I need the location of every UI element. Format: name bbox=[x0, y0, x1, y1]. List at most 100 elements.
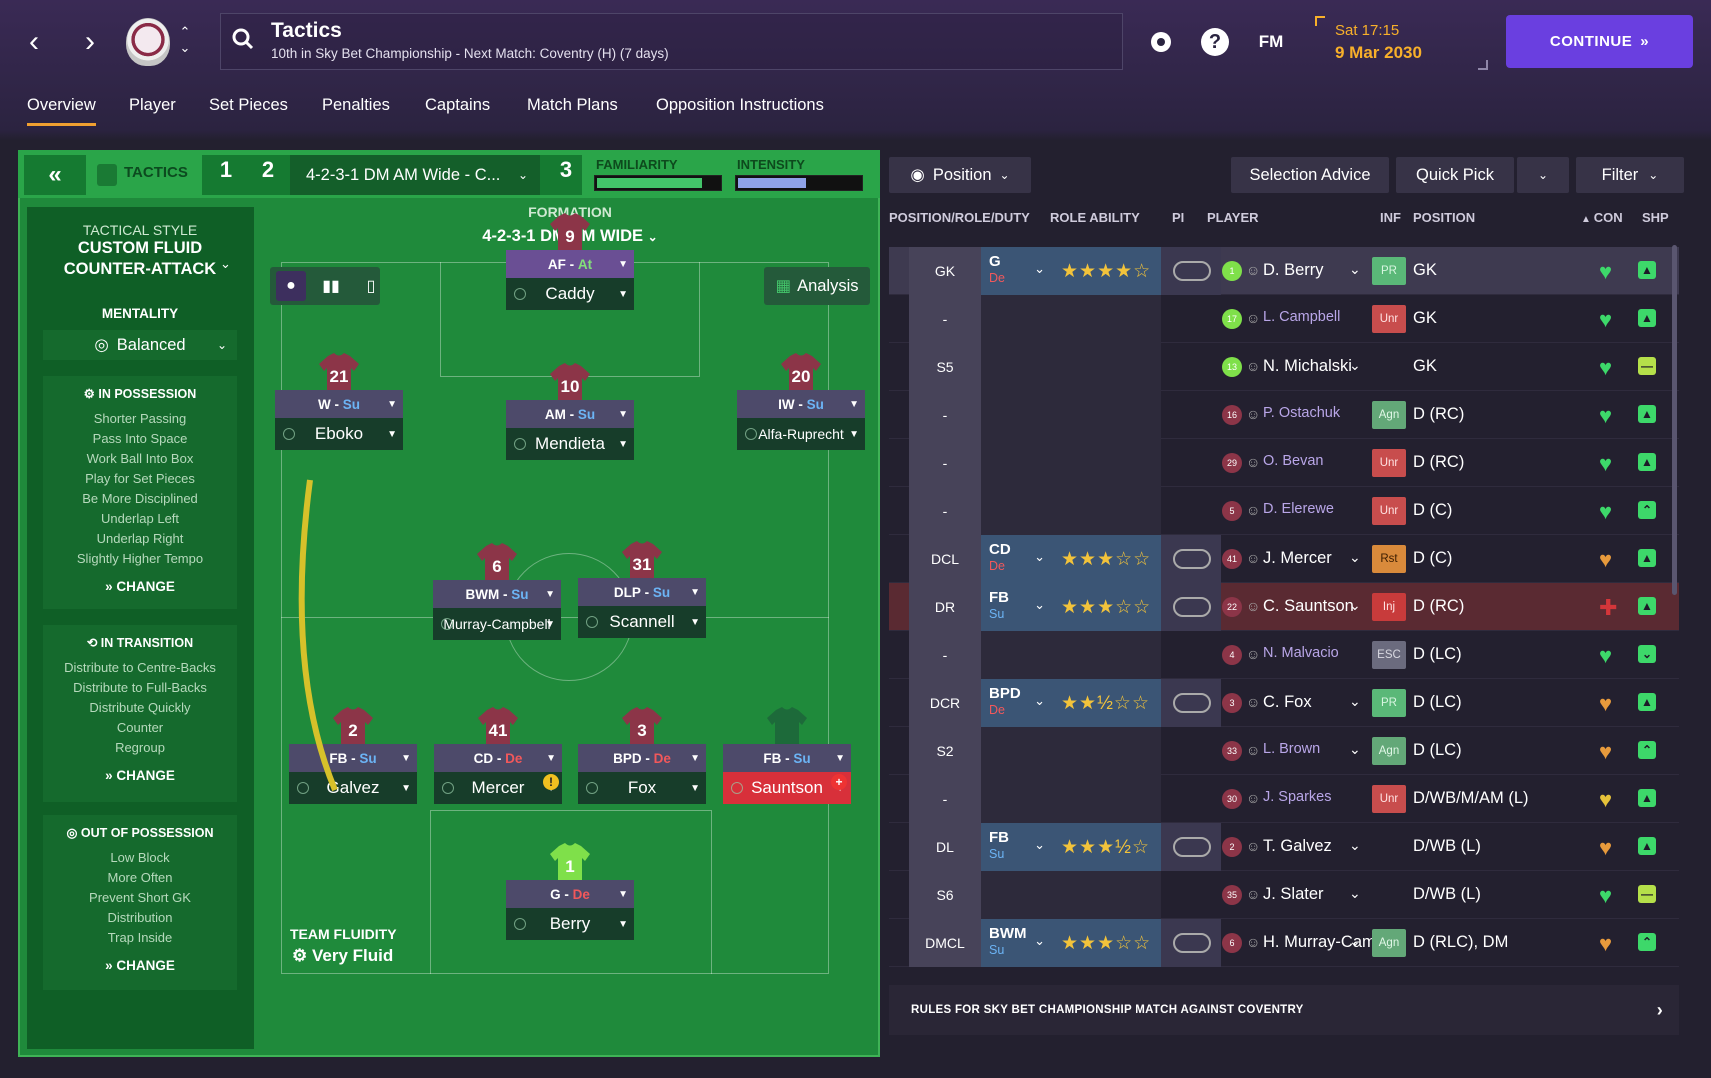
column-position[interactable]: POSITION bbox=[1413, 210, 1475, 225]
column-pi[interactable]: PI bbox=[1172, 210, 1184, 225]
squad-row[interactable]: - 4 ☺ N. Malvacio ESC D (LC) ♥ ⌄ bbox=[889, 631, 1679, 679]
chevron-down-icon[interactable]: ⌄ bbox=[1349, 597, 1361, 614]
player-role[interactable]: AM - Su ▼ bbox=[506, 400, 634, 428]
player-role[interactable]: BPD - De ▼ bbox=[578, 744, 706, 772]
pitch-player-af[interactable]: 9 AF - At ▼ Caddy ▼ bbox=[506, 213, 634, 310]
player-name[interactable]: C. Sauntson bbox=[1263, 597, 1354, 616]
quick-pick-dropdown[interactable]: ⌄ bbox=[1517, 157, 1569, 193]
injury-icon[interactable]: + bbox=[831, 774, 847, 790]
squad-row[interactable]: S5 13 ☺ N. Michalski ⌄ GK ♥ — bbox=[889, 343, 1679, 391]
role-duty-select[interactable]: FB Su ⌄ bbox=[981, 583, 1053, 631]
pitch-player-fbr[interactable]: FB - Su▼Sauntson▼ bbox=[723, 707, 851, 804]
analysis-button[interactable]: ▦ Analysis bbox=[764, 267, 870, 305]
column-position-role-duty[interactable]: POSITION/ROLE/DUTY bbox=[889, 210, 1030, 225]
player-name-select[interactable]: Caddy ▼ bbox=[506, 278, 634, 310]
player-name-select[interactable]: Berry ▼ bbox=[506, 908, 634, 940]
squad-row[interactable]: - 30 ☺ J. Sparkes Unr D/WB/M/AM (L) ♥ ▲ bbox=[889, 775, 1679, 823]
role-duty-select[interactable]: CD De ⌄ bbox=[981, 535, 1053, 583]
football-icon[interactable] bbox=[1145, 26, 1177, 58]
slot-position[interactable]: GK bbox=[909, 247, 981, 295]
chevron-down-icon[interactable]: ⌄ bbox=[1349, 549, 1361, 566]
slot-position[interactable]: - bbox=[909, 295, 981, 343]
player-role[interactable]: AF - At ▼ bbox=[506, 250, 634, 278]
player-instructions-button[interactable] bbox=[1161, 679, 1221, 727]
chevron-down-icon[interactable]: ⌄ bbox=[1349, 693, 1361, 710]
selection-advice-button[interactable]: Selection Advice bbox=[1231, 157, 1389, 193]
filter-button[interactable]: Filter ⌄ bbox=[1576, 157, 1684, 193]
slot-position[interactable]: - bbox=[909, 487, 981, 535]
formation-select[interactable]: 4-2-3-1 DM AM Wide - C... ⌄ bbox=[290, 155, 540, 195]
player-name[interactable]: D. Elerewe bbox=[1263, 501, 1334, 517]
slot-position[interactable]: DMCL bbox=[909, 919, 981, 967]
player-name[interactable]: O. Bevan bbox=[1263, 453, 1323, 469]
forward-button[interactable]: › bbox=[70, 20, 110, 64]
pitch-player-iw[interactable]: 20 IW - Su ▼ Alfa-Ruprecht ▼ bbox=[737, 353, 865, 450]
slot-position[interactable]: S6 bbox=[909, 871, 981, 919]
column-role-ability[interactable]: ROLE ABILITY bbox=[1050, 210, 1140, 225]
slot-position[interactable]: DL bbox=[909, 823, 981, 871]
slot-position[interactable]: DCR bbox=[909, 679, 981, 727]
role-duty-select[interactable]: BWM Su ⌄ bbox=[981, 919, 1053, 967]
chevron-down-icon[interactable]: ⌄ bbox=[1349, 261, 1361, 278]
player-role[interactable]: CD - De ▼ bbox=[434, 744, 562, 772]
collapse-panel-button[interactable]: « bbox=[24, 155, 86, 195]
player-role[interactable]: IW - Su ▼ bbox=[737, 390, 865, 418]
squad-row[interactable]: - 5 ☺ D. Elerewe Unr D (C) ♥ ⌃ bbox=[889, 487, 1679, 535]
chevron-down-icon[interactable]: ⌄ bbox=[1349, 933, 1361, 950]
slot-position[interactable]: - bbox=[909, 439, 981, 487]
player-name-select[interactable]: Mercer▼ bbox=[434, 772, 562, 804]
player-name-select[interactable]: Mendieta ▼ bbox=[506, 428, 634, 460]
squad-row[interactable]: DL FB Su ⌄ ★★★½☆ 2 ☺ T. Galvez ⌄ D/WB (L) ♥ ▲ bbox=[889, 823, 1679, 871]
squad-row[interactable]: DR FB Su ⌄ ★★★☆☆ 22 ☺ C. Sauntson ⌄ Inj D (RC) ✚ ▲ bbox=[889, 583, 1679, 631]
club-switch-arrows-icon[interactable]: ⌃ ⌄ bbox=[178, 24, 192, 56]
player-role[interactable]: W - Su ▼ bbox=[275, 390, 403, 418]
role-duty-select[interactable]: G De ⌄ bbox=[981, 247, 1053, 295]
player-instructions-button[interactable] bbox=[1161, 823, 1221, 871]
slot-position[interactable]: S5 bbox=[909, 343, 981, 391]
pitch-player-dlp[interactable]: 31 DLP - Su ▼ Scannell ▼ bbox=[578, 541, 706, 638]
pitch-player-bwm[interactable]: 6 BWM - Su ▼ Murray-Campbell ▼ bbox=[433, 543, 561, 640]
column-shp[interactable]: SHP bbox=[1642, 210, 1669, 225]
tactic-slot-3[interactable]: 3 bbox=[551, 157, 581, 183]
player-name[interactable]: N. Malvacio bbox=[1263, 645, 1339, 661]
club-crest-icon[interactable] bbox=[126, 18, 170, 66]
bar-chart-icon[interactable]: ▮▮ bbox=[316, 271, 346, 301]
player-name-select[interactable]: Eboko ▼ bbox=[275, 418, 403, 450]
mentality-select[interactable]: ◎ Balanced ⌄ bbox=[43, 330, 237, 360]
slot-position[interactable]: - bbox=[909, 631, 981, 679]
player-name[interactable]: L. Campbell bbox=[1263, 309, 1340, 325]
fm-menu-button[interactable]: FM bbox=[1255, 26, 1287, 58]
player-name-select[interactable]: Scannell ▼ bbox=[578, 606, 706, 638]
column-con[interactable]: ▲ CON bbox=[1581, 210, 1623, 225]
chevron-down-icon[interactable]: ⌄ bbox=[1349, 837, 1361, 854]
in-transition-change-button[interactable]: » CHANGE bbox=[43, 768, 237, 783]
tactic-slot-1[interactable]: 1 bbox=[211, 157, 241, 183]
warning-icon[interactable]: ! bbox=[543, 774, 559, 790]
player-instructions-button[interactable] bbox=[1161, 583, 1221, 631]
player-name[interactable]: L. Brown bbox=[1263, 741, 1320, 757]
player-name-select[interactable]: Alfa-Ruprecht ▼ bbox=[737, 418, 865, 450]
tab-player[interactable]: Player bbox=[129, 92, 176, 119]
search-icon[interactable] bbox=[232, 28, 254, 50]
chevron-down-icon[interactable]: ⌄ bbox=[1349, 741, 1361, 758]
search-box[interactable] bbox=[220, 13, 1123, 70]
role-duty-select[interactable]: FB Su ⌄ bbox=[981, 823, 1053, 871]
help-icon[interactable]: ? bbox=[1199, 26, 1231, 58]
pitch-player-am[interactable]: 10 AM - Su ▼ Mendieta ▼ bbox=[506, 363, 634, 460]
slot-position[interactable]: - bbox=[909, 775, 981, 823]
tab-penalties[interactable]: Penalties bbox=[322, 92, 390, 119]
quick-pick-button[interactable]: Quick Pick bbox=[1396, 157, 1514, 193]
slot-position[interactable]: DCL bbox=[909, 535, 981, 583]
tab-set-pieces[interactable]: Set Pieces bbox=[209, 92, 288, 119]
tab-captains[interactable]: Captains bbox=[425, 92, 490, 119]
squad-row[interactable]: S2 33 ☺ L. Brown ⌄ Agn D (LC) ♥ ⌃ bbox=[889, 727, 1679, 775]
player-role[interactable]: G - De ▼ bbox=[506, 880, 634, 908]
player-name[interactable]: C. Fox bbox=[1263, 693, 1312, 712]
player-instructions-button[interactable] bbox=[1161, 247, 1221, 295]
player-name[interactable]: J. Slater bbox=[1263, 885, 1324, 904]
player-view-icon[interactable]: ● bbox=[276, 271, 306, 301]
out-of-possession-change-button[interactable]: » CHANGE bbox=[43, 958, 237, 973]
squad-row[interactable]: GK G De ⌄ ★★★★☆ 1 ☺ D. Berry ⌄ PR GK ♥ ▲ bbox=[889, 247, 1679, 295]
pitch-player-gk[interactable]: 1G - De ▼ Berry ▼ bbox=[506, 843, 634, 940]
slot-position[interactable]: DR bbox=[909, 583, 981, 631]
